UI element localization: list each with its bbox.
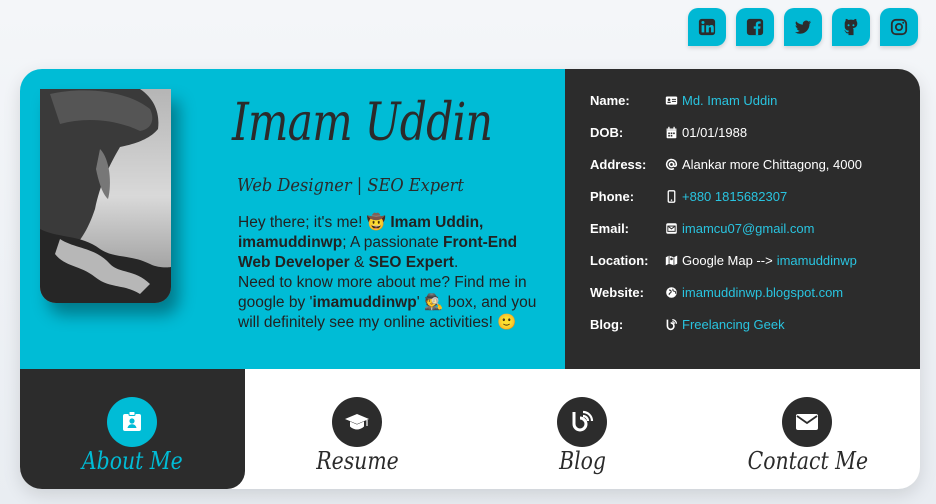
bio-bold-name: Imam Uddin, bbox=[390, 214, 484, 231]
info-row-phone: Phone: +880 1815682307 bbox=[590, 189, 920, 221]
info-row-website: Website: imamuddinwp.blogspot.com bbox=[590, 285, 920, 317]
map-icon bbox=[665, 255, 678, 266]
github-button[interactable] bbox=[832, 8, 870, 46]
info-label: Location: bbox=[590, 253, 649, 268]
bio-text: ; A passionate bbox=[342, 234, 444, 251]
bio-bold-handle: imamuddinwp bbox=[238, 234, 343, 251]
bio-bold-seo: SEO Expert bbox=[368, 254, 454, 271]
cowboy-emoji-icon: 🤠 bbox=[366, 214, 387, 231]
tab-about-me[interactable]: About Me bbox=[20, 369, 245, 489]
profile-header: Imam Uddin Web Designer | SEO Expert Hey… bbox=[20, 69, 920, 369]
facebook-icon bbox=[746, 18, 764, 36]
blog-badge bbox=[557, 397, 607, 447]
info-row-blog: Blog: Freelancing Geek bbox=[590, 317, 920, 349]
section-nav: About Me Resume Blog Contact Me bbox=[20, 369, 920, 489]
info-address-value: Alankar more Chittagong, 4000 bbox=[682, 157, 862, 172]
info-label: Name: bbox=[590, 93, 630, 108]
info-row-location: Location: Google Map --> imamuddinwp bbox=[590, 253, 920, 285]
about-me-badge bbox=[107, 397, 157, 447]
info-location-prefix: Google Map --> bbox=[682, 253, 773, 268]
profile-photo-image bbox=[40, 89, 171, 303]
bio-text: & bbox=[349, 254, 369, 271]
linkedin-button[interactable] bbox=[688, 8, 726, 46]
id-badge-icon bbox=[123, 411, 141, 431]
info-label: Phone: bbox=[590, 189, 635, 204]
info-row-dob: DOB: 01/01/1988 bbox=[590, 125, 920, 157]
info-label: Email: bbox=[590, 221, 630, 236]
github-icon bbox=[844, 18, 858, 36]
profile-photo bbox=[40, 89, 171, 303]
info-email-link[interactable]: imamcu07@gmail.com bbox=[682, 221, 814, 236]
blog-icon bbox=[666, 318, 678, 331]
profile-tagline: Web Designer | SEO Expert bbox=[237, 175, 464, 196]
social-links bbox=[688, 8, 918, 46]
bio-text: ' bbox=[416, 294, 424, 311]
info-label: Blog: bbox=[590, 317, 624, 332]
tab-contact-me-label: Contact Me bbox=[747, 447, 868, 475]
profile-card: Imam Uddin Web Designer | SEO Expert Hey… bbox=[20, 69, 920, 489]
info-phone-link[interactable]: +880 1815682307 bbox=[682, 189, 787, 204]
bio-text: . bbox=[453, 254, 459, 271]
tab-about-me-label: About Me bbox=[82, 447, 183, 475]
instagram-button[interactable] bbox=[880, 8, 918, 46]
globe-icon bbox=[666, 287, 677, 298]
tab-resume[interactable]: Resume bbox=[245, 369, 470, 489]
info-row-address: Address: Alankar more Chittagong, 4000 bbox=[590, 157, 920, 189]
profile-name: Imam Uddin bbox=[232, 93, 493, 153]
blog-b-icon bbox=[572, 410, 594, 432]
info-row-name: Name: Md. Imam Uddin bbox=[590, 93, 920, 125]
info-row-email: Email: imamcu07@gmail.com bbox=[590, 221, 920, 253]
instagram-icon bbox=[890, 18, 908, 36]
info-name-value[interactable]: Md. Imam Uddin bbox=[682, 93, 777, 108]
mail-icon bbox=[796, 414, 818, 430]
graduation-cap-icon bbox=[345, 414, 369, 430]
profile-bio: Hey there; it's me! 🤠 Imam Uddin, imamud… bbox=[238, 213, 543, 333]
info-panel: Name: Md. Imam Uddin DOB: 01/01/1988 Add… bbox=[565, 69, 920, 369]
envelope-icon bbox=[666, 223, 677, 234]
info-label: DOB: bbox=[590, 125, 624, 140]
calendar-icon bbox=[666, 126, 677, 139]
tab-contact-me[interactable]: Contact Me bbox=[695, 369, 920, 489]
at-sign-icon bbox=[665, 158, 678, 170]
smile-emoji-icon: 🙂 bbox=[497, 314, 517, 331]
intro-panel: Imam Uddin Web Designer | SEO Expert Hey… bbox=[20, 69, 565, 369]
mobile-phone-icon bbox=[667, 190, 676, 203]
info-blog-link[interactable]: Freelancing Geek bbox=[682, 317, 785, 332]
bio-text: Hey there; it's me! bbox=[238, 214, 367, 231]
info-website-link[interactable]: imamuddinwp.blogspot.com bbox=[682, 285, 843, 300]
info-dob-value: 01/01/1988 bbox=[682, 125, 748, 140]
facebook-button[interactable] bbox=[736, 8, 774, 46]
twitter-icon bbox=[794, 20, 812, 34]
bio-bold-search: imamuddinwp bbox=[312, 294, 417, 311]
id-card-icon bbox=[665, 96, 678, 105]
info-label: Website: bbox=[590, 285, 644, 300]
tab-blog-label: Blog bbox=[559, 447, 606, 475]
contact-badge bbox=[782, 397, 832, 447]
tab-blog[interactable]: Blog bbox=[470, 369, 695, 489]
resume-badge bbox=[332, 397, 382, 447]
detective-emoji-icon: 🕵 bbox=[423, 294, 444, 311]
info-location-link[interactable]: imamuddinwp bbox=[777, 253, 857, 268]
tab-resume-label: Resume bbox=[316, 447, 399, 475]
twitter-button[interactable] bbox=[784, 8, 822, 46]
linkedin-icon bbox=[698, 18, 716, 36]
info-label: Address: bbox=[590, 157, 647, 172]
